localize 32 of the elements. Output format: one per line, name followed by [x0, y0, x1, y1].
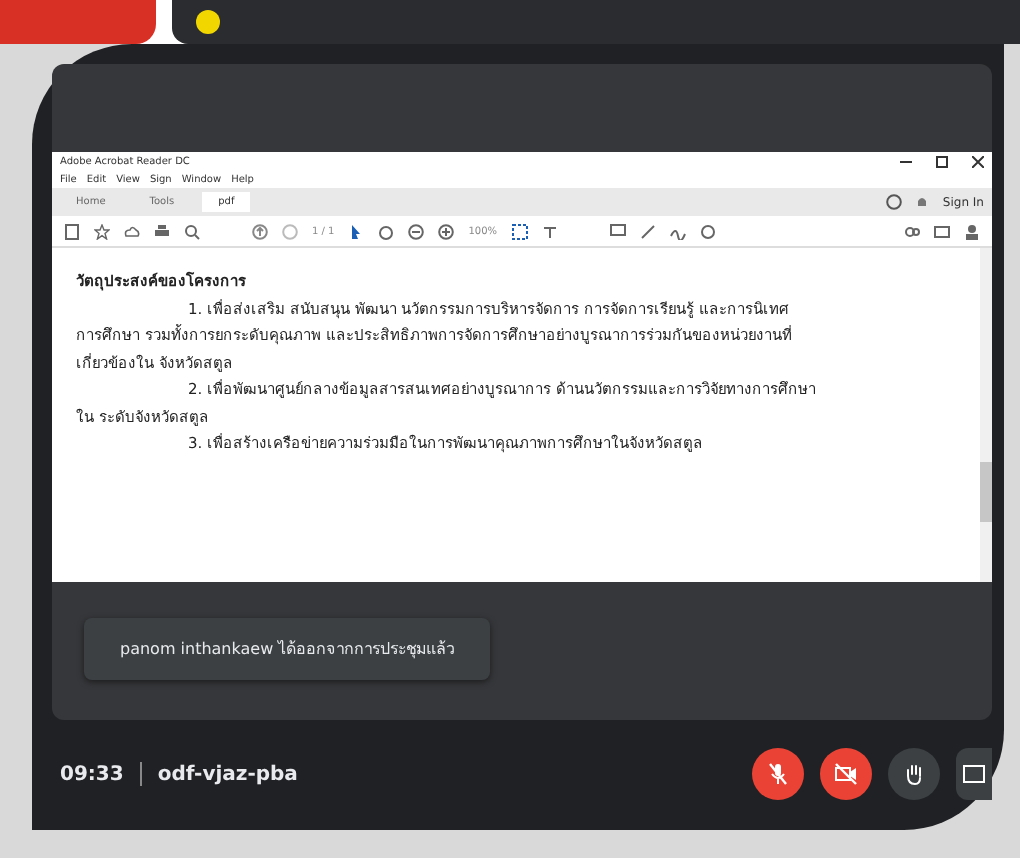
microphone-button[interactable]: [752, 748, 804, 800]
page-icon[interactable]: [64, 223, 80, 239]
person-icon[interactable]: [964, 223, 980, 239]
minimize-icon[interactable]: [900, 156, 912, 168]
notification-text: panom inthankaew ได้ออกจากการประชุมแล้ว: [120, 640, 455, 658]
printer-icon[interactable]: [154, 223, 170, 239]
scrollbar[interactable]: [980, 248, 992, 582]
more-button[interactable]: [956, 748, 992, 800]
meeting-code: odf-vjaz-pba: [157, 763, 298, 785]
restore-icon[interactable]: [936, 156, 948, 168]
zoom-in-icon[interactable]: [438, 223, 455, 239]
microphone-off-icon: [766, 762, 790, 786]
camera-off-icon: [834, 762, 858, 786]
meeting-time: 09:33: [60, 763, 124, 785]
comment-icon[interactable]: [609, 223, 626, 239]
star-icon[interactable]: [94, 223, 110, 239]
select-tool-icon[interactable]: [511, 223, 528, 239]
close-icon[interactable]: [972, 156, 984, 168]
cursor-icon[interactable]: [348, 223, 365, 239]
zoom-out-icon[interactable]: [408, 223, 425, 239]
bell-icon[interactable]: [914, 194, 931, 210]
mail-icon[interactable]: [934, 223, 950, 239]
cloud-icon[interactable]: [124, 223, 140, 239]
avatar-circle: [196, 10, 220, 34]
raise-hand-button[interactable]: [888, 748, 940, 800]
pen-icon[interactable]: [639, 223, 656, 239]
search-icon[interactable]: [184, 223, 200, 239]
up-arrow-icon[interactable]: [252, 223, 268, 239]
share-link-icon[interactable]: [904, 223, 920, 239]
help-icon[interactable]: [886, 194, 903, 210]
camera-button[interactable]: [820, 748, 872, 800]
square-icon: [962, 762, 986, 786]
